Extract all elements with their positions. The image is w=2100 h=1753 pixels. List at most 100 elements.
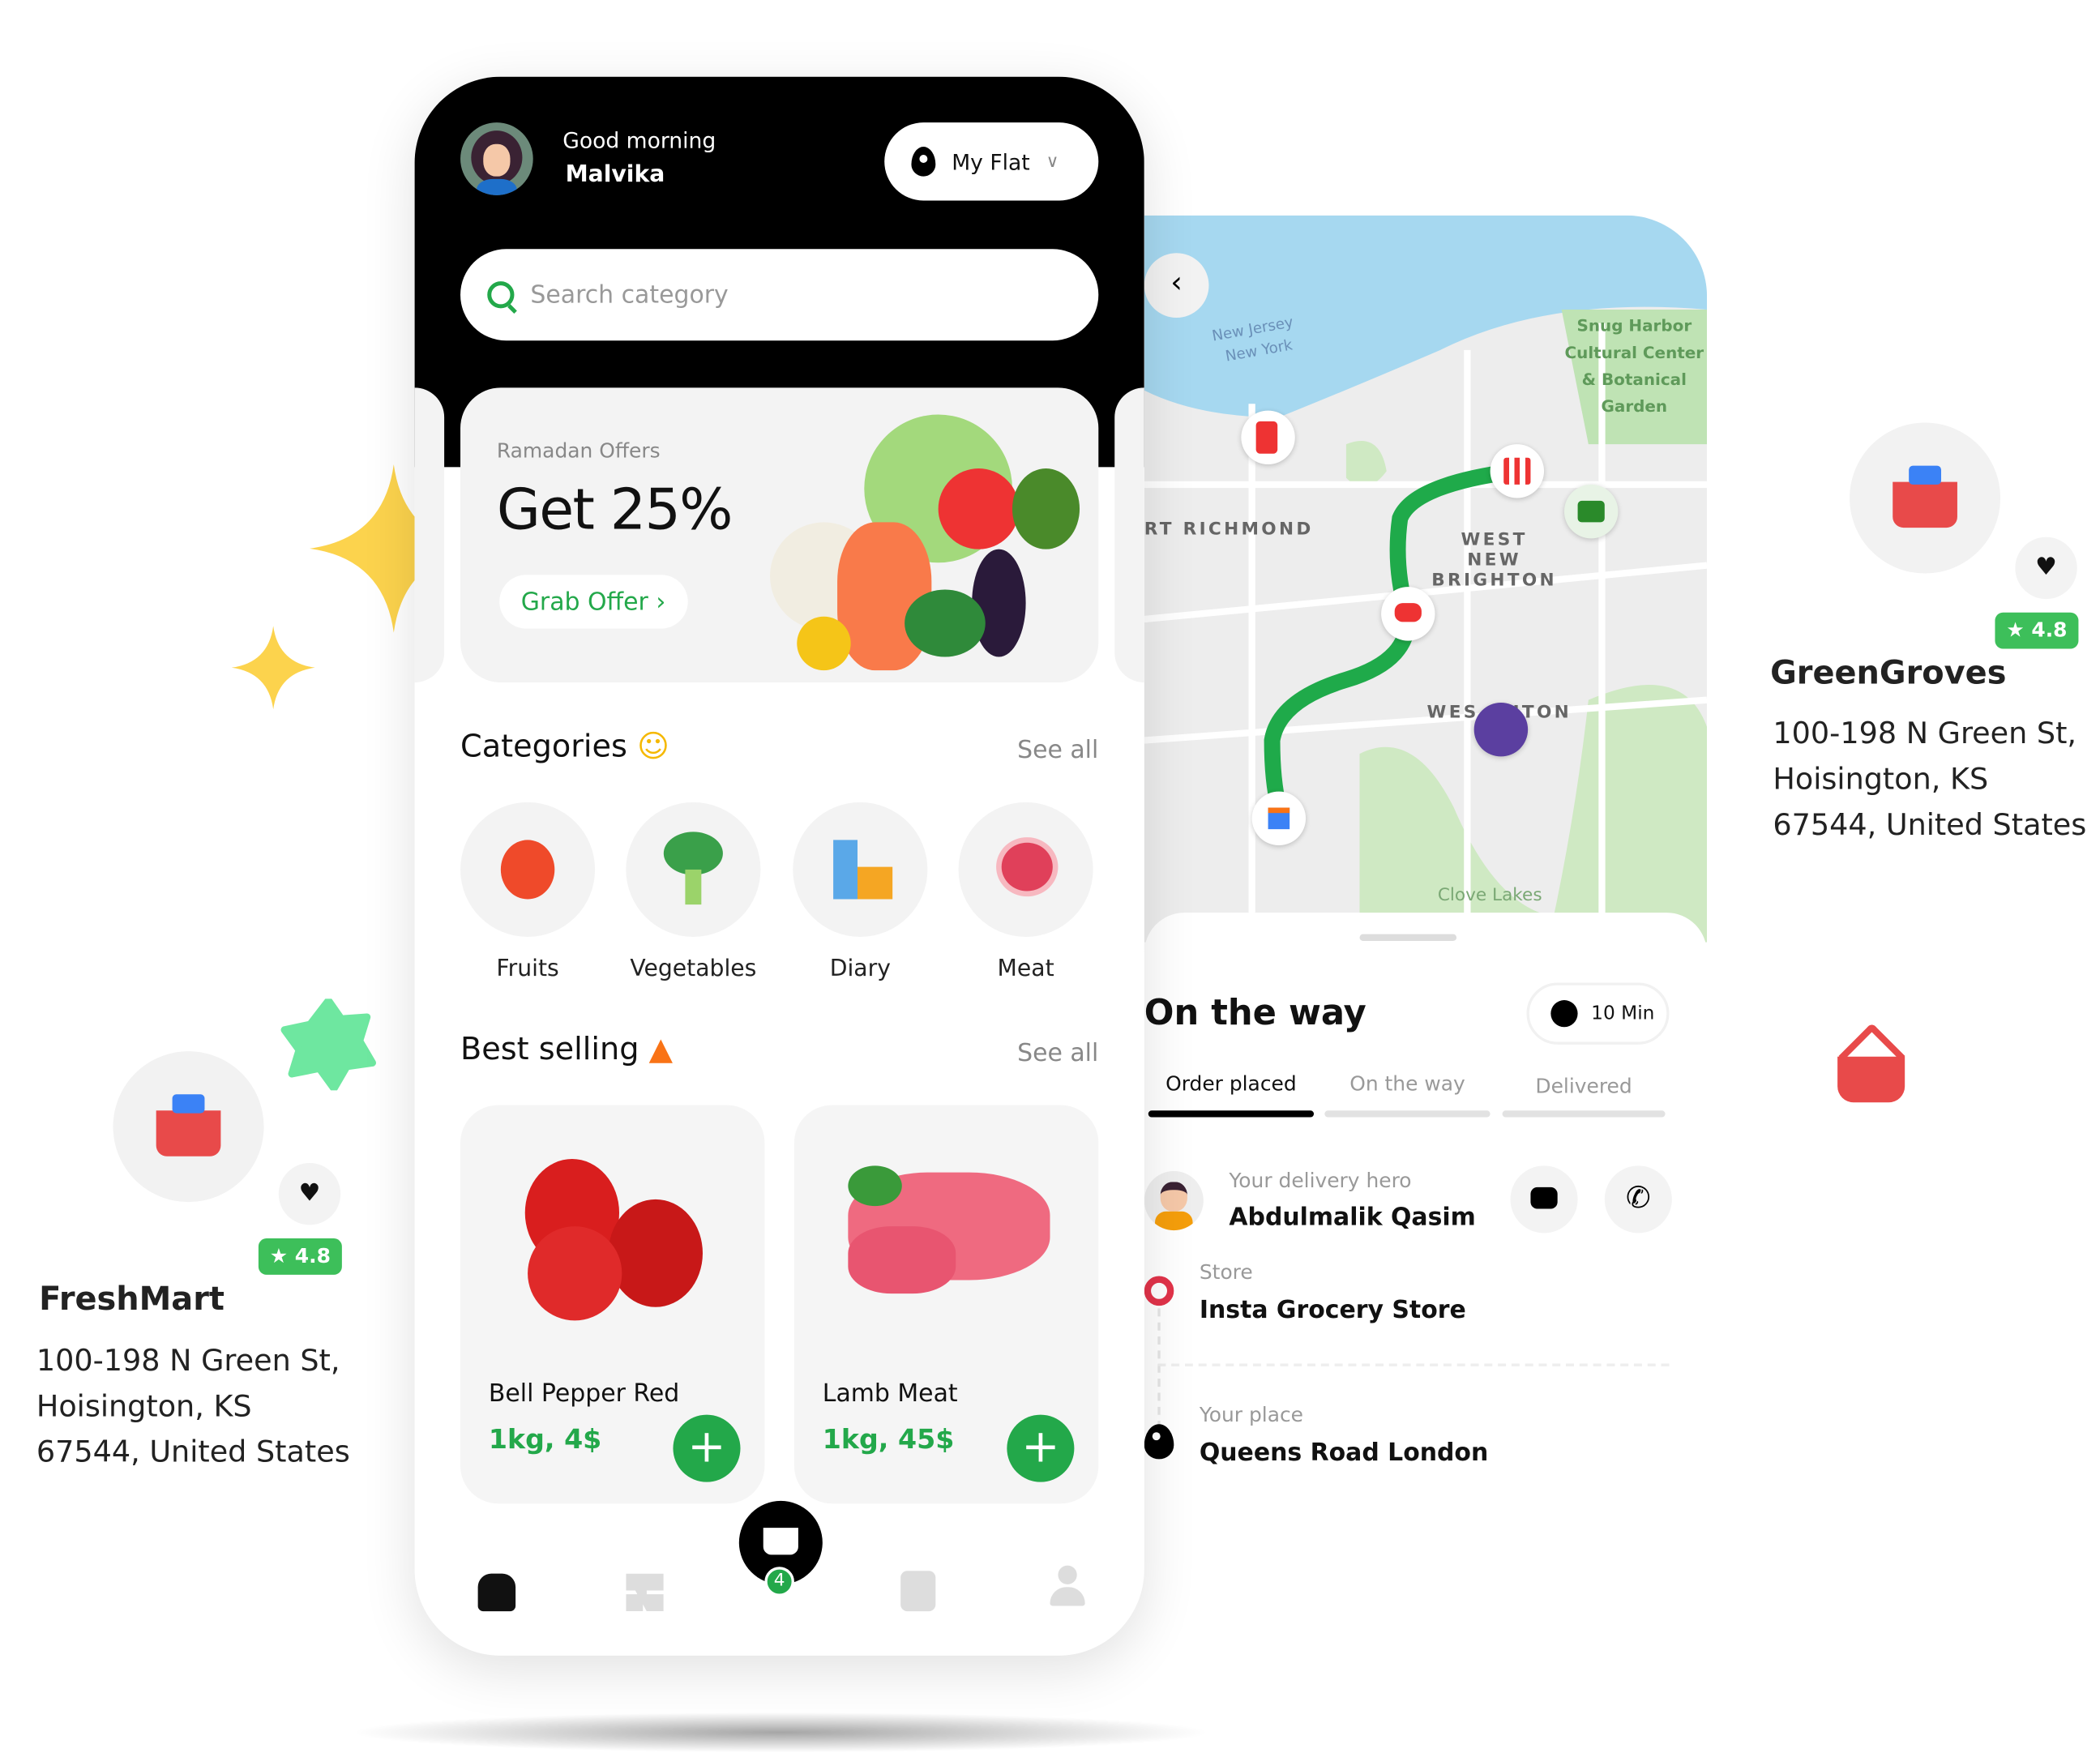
user-name: Malvika: [565, 161, 665, 189]
place-label: Your place: [1199, 1402, 1304, 1427]
store-marker[interactable]: [1490, 444, 1545, 498]
store-logo-freshmart: [113, 1051, 264, 1203]
product-name: Lamb Meat: [822, 1379, 958, 1409]
offer-banner[interactable]: Ramadan Offers Get 25% Grab Offer ›: [460, 387, 1099, 683]
rating-badge: ★ 4.8: [1995, 612, 2079, 649]
broccoli-icon: [626, 802, 761, 937]
shop-marker[interactable]: [1563, 484, 1619, 539]
chat-icon: [1530, 1186, 1558, 1209]
add-to-cart-button[interactable]: +: [673, 1414, 741, 1482]
store-name: Insta Grocery Store: [1199, 1296, 1466, 1325]
banner-title: Get 25%: [496, 476, 734, 543]
profile-icon[interactable]: [1050, 1565, 1085, 1609]
store-name: FreshMart: [39, 1280, 225, 1319]
category-vegetables[interactable]: Vegetables: [626, 802, 761, 983]
scooter-marker[interactable]: [1381, 587, 1435, 641]
sheet-title: On the way: [1144, 993, 1366, 1034]
category-fruits[interactable]: Fruits: [460, 802, 596, 983]
search-icon: [487, 281, 515, 309]
search-placeholder: Search category: [530, 280, 729, 310]
categories-title: Categories ☺: [460, 729, 669, 765]
banner-peek-left[interactable]: [414, 387, 445, 683]
rating-badge: ★ 4.8: [258, 1238, 342, 1275]
store-address: 100-198 N Green St, Hoisington, KS 67544…: [1773, 712, 2086, 849]
chat-button[interactable]: [1510, 1165, 1578, 1234]
grab-offer-button[interactable]: Grab Offer ›: [499, 575, 687, 629]
user-avatar[interactable]: [460, 122, 533, 195]
hero-avatar: [1144, 1170, 1204, 1231]
home-marker[interactable]: [1251, 791, 1307, 846]
eta-pill: 10 Min: [1526, 982, 1670, 1045]
basket-items: [172, 1094, 205, 1114]
product-name: Bell Pepper Red: [488, 1379, 680, 1409]
fire-icon: ▲: [648, 1032, 674, 1068]
address-line: 67544, United States: [36, 1436, 350, 1470]
product-card[interactable]: Bell Pepper Red 1kg, 4$ +: [460, 1105, 765, 1504]
add-to-cart-button[interactable]: +: [1007, 1414, 1075, 1482]
bottom-nav: 4: [415, 1500, 1144, 1656]
drag-handle[interactable]: [1359, 934, 1457, 941]
map-label: Snug Harbor Cultural Center & Botanical …: [1564, 316, 1704, 417]
product-card[interactable]: Lamb Meat 1kg, 45$ +: [793, 1105, 1099, 1504]
gas-station-marker[interactable]: [1241, 410, 1295, 465]
home-icon[interactable]: [477, 1573, 516, 1612]
store-logo-greengroves: [1850, 422, 2001, 574]
category-label: Vegetables: [630, 956, 757, 983]
address-line: 100-198 N Green St,: [1773, 717, 2077, 751]
milk-cheese-icon: [793, 802, 928, 937]
step-bar-active: [1148, 1110, 1315, 1118]
apple-icon: [460, 802, 596, 937]
call-button[interactable]: ✆: [1604, 1165, 1672, 1234]
best-selling-see-all[interactable]: See all: [1017, 1039, 1098, 1067]
step-order-placed: Order placed: [1165, 1071, 1297, 1096]
home-screen: Good morning Malvika My Flat ∨ Search cat…: [414, 76, 1144, 1656]
step-delivered: Delivered: [1535, 1074, 1632, 1099]
phone-icon: ✆: [1626, 1182, 1651, 1216]
search-input[interactable]: Search category: [460, 249, 1099, 341]
greeting: Good morning: [562, 127, 716, 154]
store-address: 100-198 N Green St, Hoisington, KS 67544…: [36, 1340, 350, 1477]
best-selling-title: Best selling ▲: [460, 1032, 674, 1068]
category-dairy[interactable]: Diary: [793, 802, 928, 983]
store-label: Store: [1199, 1259, 1253, 1285]
banner-peek-right[interactable]: [1114, 387, 1144, 683]
green-blob-icon: [280, 998, 376, 1091]
category-meat[interactable]: Meat: [958, 802, 1093, 983]
place-name: Queens Road London: [1199, 1439, 1489, 1468]
hero-name: Abdulmalik Qasim: [1229, 1203, 1476, 1232]
location-selector[interactable]: My Flat ∨: [884, 122, 1099, 201]
clock-icon: [1550, 1000, 1578, 1028]
phone-shadow: [349, 1712, 1212, 1753]
category-label: Diary: [829, 956, 891, 983]
calendar-icon[interactable]: [900, 1571, 936, 1612]
favorite-button-greengroves[interactable]: ♥: [2015, 537, 2077, 600]
divider: [1157, 1363, 1670, 1366]
grocery-basket-icon: [1893, 481, 1957, 528]
grocery-basket-icon: [156, 1110, 221, 1157]
meat-icon: [958, 802, 1093, 937]
address-line: 67544, United States: [1773, 809, 2087, 843]
back-button[interactable]: ‹: [1144, 253, 1209, 318]
categories-see-all[interactable]: See all: [1017, 737, 1098, 765]
map[interactable]: ‹ New Jersey New York Snug Harbor Cultur…: [1144, 215, 1708, 943]
store-dot-icon: [1144, 1276, 1174, 1306]
order-sheet: On the way 10 Min Order placed On the wa…: [1144, 913, 1708, 1602]
banner-subtitle: Ramadan Offers: [496, 438, 661, 464]
route-line: [1157, 1308, 1161, 1443]
atm-marker[interactable]: [1473, 702, 1529, 757]
address-line: Hoisington, KS: [1773, 763, 1989, 797]
favorite-button-freshmart[interactable]: ♥: [278, 1163, 341, 1225]
store-name: GreenGroves: [1770, 654, 2007, 692]
basket-icon: [763, 1528, 798, 1555]
category-label: Fruits: [496, 956, 559, 983]
tracking-screen: ‹ New Jersey New York Snug Harbor Cultur…: [1144, 215, 1708, 1602]
category-label: Meat: [997, 956, 1054, 983]
step-bar: [1502, 1110, 1666, 1118]
map-label: WEST NEW BRIGHTON: [1431, 530, 1557, 592]
grid-icon[interactable]: [626, 1573, 664, 1612]
chevron-down-icon: ∨: [1046, 151, 1059, 172]
location-pin-icon: [1144, 1424, 1190, 1460]
location-pin-icon: [911, 147, 936, 177]
map-label: Clove Lakes: [1437, 885, 1542, 906]
product-price: 1kg, 45$: [822, 1422, 955, 1456]
